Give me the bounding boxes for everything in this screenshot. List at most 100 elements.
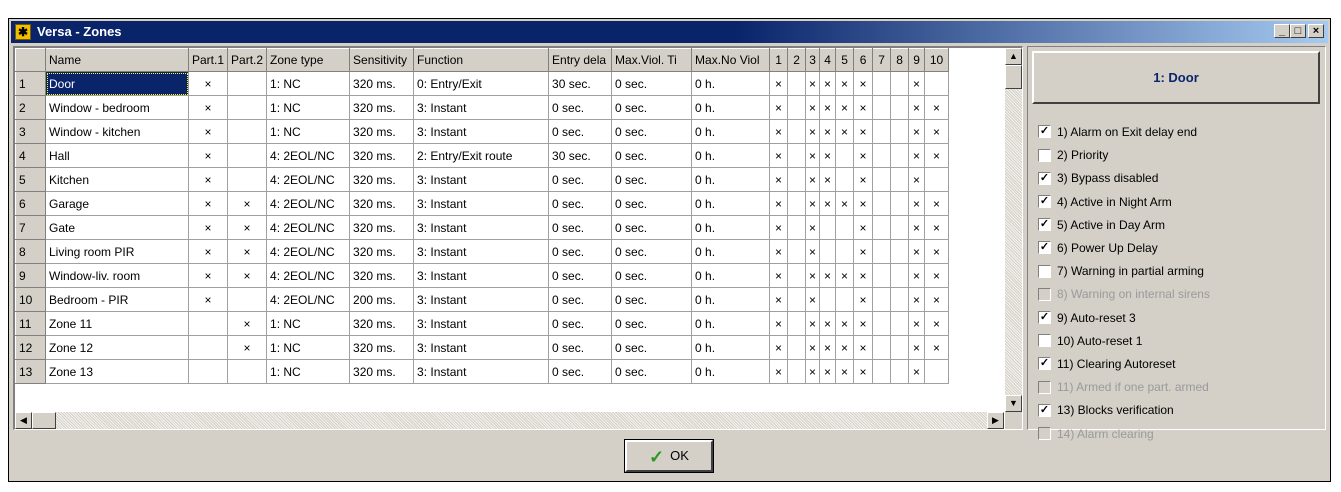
option-2-cell[interactable] <box>787 335 807 360</box>
column-header[interactable]: 5 <box>835 48 855 72</box>
zone-name-cell[interactable]: Hall <box>45 143 189 168</box>
entry-delay-cell[interactable]: 0 sec. <box>548 263 613 288</box>
option-6-cell[interactable]: × <box>853 359 874 384</box>
zone-type-cell[interactable]: 4: 2EOL/NC <box>266 263 351 288</box>
column-header[interactable]: Name <box>45 48 189 72</box>
option-7-cell[interactable] <box>872 287 892 312</box>
partition-1-cell[interactable]: × <box>188 143 229 168</box>
option-checkbox-5[interactable]: ✓ 5) Active in Day Arm <box>1038 218 1165 236</box>
max-no-violation-cell[interactable]: 0 h. <box>691 287 771 312</box>
max-no-violation-cell[interactable]: 0 h. <box>691 167 771 192</box>
option-7-cell[interactable] <box>872 167 892 192</box>
checkbox-box[interactable]: ✓ <box>1038 194 1051 208</box>
option-9-cell[interactable]: × <box>908 95 926 120</box>
option-8-cell[interactable] <box>890 167 910 192</box>
option-4-cell[interactable]: × <box>819 167 837 192</box>
zone-name-cell[interactable]: Window-liv. room <box>45 263 189 288</box>
max-no-violation-cell[interactable]: 0 h. <box>691 71 771 96</box>
checkbox-box[interactable] <box>1038 264 1051 278</box>
option-7-cell[interactable] <box>872 239 892 264</box>
option-2-cell[interactable] <box>787 287 807 312</box>
zone-name-cell[interactable]: Gate <box>45 215 189 240</box>
option-1-cell[interactable]: × <box>769 311 789 336</box>
table-row[interactable]: 9 Window-liv. room × × 4: 2EOL/NC 320 ms. 3: I… <box>15 263 950 288</box>
sensitivity-cell[interactable]: 320 ms. <box>349 311 415 336</box>
checkbox-box[interactable]: ✓ <box>1038 171 1051 185</box>
row-number[interactable]: 7 <box>15 215 46 240</box>
option-5-cell[interactable] <box>835 143 855 168</box>
option-2-cell[interactable] <box>787 71 807 96</box>
partition-2-cell[interactable]: × <box>227 335 268 360</box>
option-1-cell[interactable]: × <box>769 95 789 120</box>
zone-name-cell[interactable]: Zone 11 <box>45 311 189 336</box>
option-5-cell[interactable]: × <box>835 191 855 216</box>
option-4-cell[interactable]: × <box>819 191 837 216</box>
max-violation-time-cell[interactable]: 0 sec. <box>611 359 693 384</box>
column-header[interactable]: 2 <box>787 48 807 72</box>
option-4-cell[interactable]: × <box>819 143 837 168</box>
option-4-cell[interactable] <box>819 287 837 312</box>
row-number[interactable]: 4 <box>15 143 46 168</box>
zone-name-cell[interactable]: Living room PIR <box>45 239 189 264</box>
zone-type-cell[interactable]: 1: NC <box>266 95 351 120</box>
zone-name-cell[interactable]: Bedroom - PIR <box>45 287 189 312</box>
zone-type-cell[interactable]: 4: 2EOL/NC <box>266 143 351 168</box>
row-number[interactable]: 9 <box>15 263 46 288</box>
entry-delay-cell[interactable]: 0 sec. <box>548 95 613 120</box>
function-cell[interactable]: 3: Instant <box>413 335 550 360</box>
column-header[interactable]: 3 <box>805 48 821 72</box>
scroll-right-button[interactable]: ▶ <box>987 412 1004 429</box>
option-6-cell[interactable]: × <box>853 311 874 336</box>
table-row[interactable]: 6 Garage × × 4: 2EOL/NC 320 ms. 3: Instant 0 se… <box>15 191 950 216</box>
zone-type-cell[interactable]: 4: 2EOL/NC <box>266 239 351 264</box>
table-row[interactable]: 8 Living room PIR × × 4: 2EOL/NC 320 ms. 3: In… <box>15 239 950 264</box>
option-4-cell[interactable]: × <box>819 263 837 288</box>
scroll-thumb[interactable] <box>1005 65 1022 89</box>
option-2-cell[interactable] <box>787 263 807 288</box>
option-checkbox-10[interactable]: 10) Auto-reset 1 <box>1038 334 1142 352</box>
partition-1-cell[interactable]: × <box>188 215 229 240</box>
entry-delay-cell[interactable]: 0 sec. <box>548 287 613 312</box>
function-cell[interactable]: 3: Instant <box>413 119 550 144</box>
option-9-cell[interactable]: × <box>908 119 926 144</box>
option-9-cell[interactable]: × <box>908 215 926 240</box>
column-header[interactable]: 4 <box>819 48 837 72</box>
checkbox-box[interactable]: ✓ <box>1038 241 1051 255</box>
option-7-cell[interactable] <box>872 359 892 384</box>
option-9-cell[interactable]: × <box>908 359 926 384</box>
entry-delay-cell[interactable]: 0 sec. <box>548 191 613 216</box>
option-7-cell[interactable] <box>872 143 892 168</box>
max-violation-time-cell[interactable]: 0 sec. <box>611 335 693 360</box>
column-header[interactable]: 8 <box>890 48 910 72</box>
function-cell[interactable]: 3: Instant <box>413 95 550 120</box>
option-8-cell[interactable] <box>890 239 910 264</box>
option-7-cell[interactable] <box>872 335 892 360</box>
option-7-cell[interactable] <box>872 263 892 288</box>
zone-name-cell[interactable]: Kitchen <box>45 167 189 192</box>
option-2-cell[interactable] <box>787 215 807 240</box>
option-8-cell[interactable] <box>890 335 910 360</box>
max-violation-time-cell[interactable]: 0 sec. <box>611 191 693 216</box>
zone-name-cell[interactable]: Zone 12 <box>45 335 189 360</box>
option-10-cell[interactable] <box>924 359 950 384</box>
column-header[interactable]: 10 <box>924 48 950 72</box>
entry-delay-cell[interactable]: 30 sec. <box>548 143 613 168</box>
table-row[interactable]: 12 Zone 12 × 1: NC 320 ms. 3: Instant 0 sec. 0 … <box>15 335 950 360</box>
option-6-cell[interactable]: × <box>853 71 874 96</box>
option-8-cell[interactable] <box>890 311 910 336</box>
function-cell[interactable]: 2: Entry/Exit route <box>413 143 550 168</box>
checkbox-box[interactable]: ✓ <box>1038 403 1051 417</box>
scroll-up-button[interactable]: ▲ <box>1005 48 1022 65</box>
partition-2-cell[interactable] <box>227 287 268 312</box>
option-8-cell[interactable] <box>890 119 910 144</box>
partition-1-cell[interactable]: × <box>188 191 229 216</box>
option-9-cell[interactable]: × <box>908 71 926 96</box>
table-row[interactable]: 11 Zone 11 × 1: NC 320 ms. 3: Instant 0 sec. 0 … <box>15 311 950 336</box>
option-5-cell[interactable]: × <box>835 359 855 384</box>
option-8-cell[interactable] <box>890 71 910 96</box>
option-9-cell[interactable]: × <box>908 143 926 168</box>
zone-name-cell[interactable]: Garage <box>45 191 189 216</box>
option-3-cell[interactable]: × <box>805 95 821 120</box>
option-6-cell[interactable]: × <box>853 239 874 264</box>
row-number[interactable]: 2 <box>15 95 46 120</box>
